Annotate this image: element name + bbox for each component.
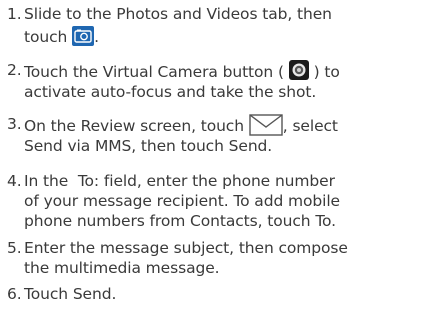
step-text-line: In the To: field, enter the phone number bbox=[24, 172, 335, 190]
step-text-line: activate auto-focus and take the shot. bbox=[24, 83, 317, 101]
step-text-line: phone numbers from Contacts, touch To. bbox=[24, 212, 336, 230]
step-text-line: Enter the message subject, then compose bbox=[24, 239, 348, 257]
envelope-icon bbox=[249, 114, 283, 136]
step-text: ) to bbox=[313, 63, 340, 81]
step-text: Touch the Virtual Camera button ( bbox=[24, 63, 284, 81]
step-number: 6. bbox=[7, 285, 22, 303]
step-text-line: of your message recipient. To add mobile bbox=[24, 192, 340, 210]
step-text-line: Send via MMS, then touch Send. bbox=[24, 137, 273, 155]
camera-tab-icon bbox=[72, 26, 95, 46]
step-number: 3. bbox=[7, 115, 22, 133]
step-text: On the Review screen, touch bbox=[24, 117, 244, 135]
step-number: 1. bbox=[7, 5, 22, 23]
step-text: touch bbox=[24, 28, 68, 46]
virtual-camera-icon bbox=[288, 60, 309, 80]
step-text-line: Slide to the Photos and Videos tab, then bbox=[24, 5, 332, 23]
step-text: , select bbox=[282, 117, 338, 135]
step-number: 2. bbox=[7, 61, 22, 79]
step-number: 5. bbox=[7, 239, 22, 257]
instruction-list: 1. Slide to the Photos and Videos tab, t… bbox=[0, 0, 424, 318]
step-text-line: Touch Send. bbox=[24, 285, 117, 303]
step-text: . bbox=[94, 28, 99, 46]
step-number: 4. bbox=[7, 172, 22, 190]
step-text-line: the multimedia message. bbox=[24, 259, 220, 277]
